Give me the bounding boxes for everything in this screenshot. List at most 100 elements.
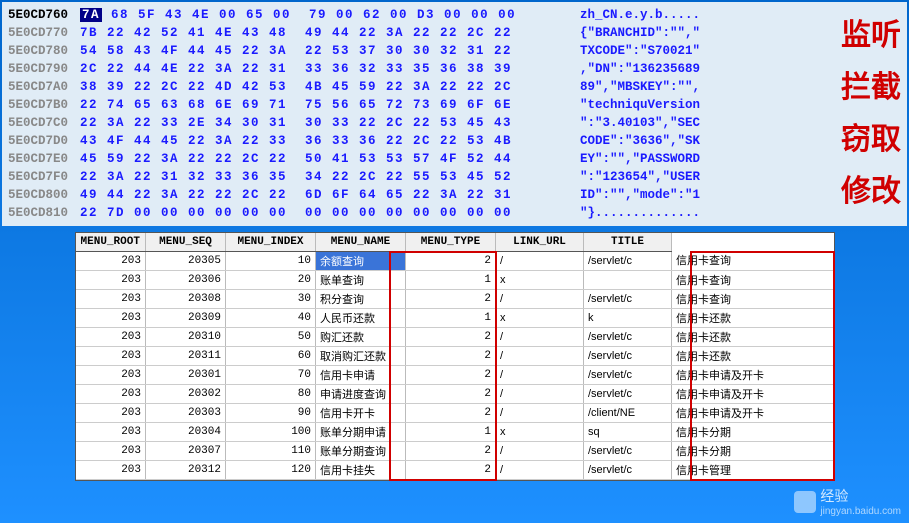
table-cell[interactable]: 2 xyxy=(406,365,496,384)
table-cell[interactable]: 2 xyxy=(406,384,496,403)
table-cell[interactable]: sq xyxy=(584,422,672,441)
table-cell[interactable]: /servlet/c xyxy=(584,441,672,460)
table-cell[interactable]: 1 xyxy=(406,270,496,289)
column-header[interactable]: MENU_SEQ xyxy=(146,233,226,251)
table-cell[interactable]: 2 xyxy=(406,441,496,460)
table-cell[interactable]: /servlet/c xyxy=(584,346,672,365)
table-row[interactable]: 2032030280申请进度查询2//servlet/c信用卡申请及开卡 xyxy=(76,384,834,403)
table-cell[interactable]: 信用卡申请 xyxy=(316,365,406,384)
table-cell[interactable]: / xyxy=(496,460,584,479)
table-cell[interactable]: /client/NE xyxy=(584,403,672,422)
table-cell[interactable]: 20308 xyxy=(146,289,226,308)
table-cell[interactable]: 20304 xyxy=(146,422,226,441)
table-cell[interactable]: 203 xyxy=(76,460,146,479)
column-header[interactable]: TITLE xyxy=(584,233,672,251)
table-cell[interactable]: /servlet/c xyxy=(584,460,672,479)
table-cell[interactable]: 20310 xyxy=(146,327,226,346)
table-cell[interactable]: 2 xyxy=(406,327,496,346)
table-cell[interactable]: x xyxy=(496,270,584,289)
table-cell[interactable]: 20301 xyxy=(146,365,226,384)
table-cell[interactable]: 2 xyxy=(406,346,496,365)
table-row[interactable]: 20320312120信用卡挂失2//servlet/c信用卡管理 xyxy=(76,460,834,479)
table-cell[interactable]: 90 xyxy=(226,403,316,422)
table-cell[interactable]: 20305 xyxy=(146,251,226,270)
table-cell[interactable]: 203 xyxy=(76,365,146,384)
table-cell[interactable]: 40 xyxy=(226,308,316,327)
column-header[interactable]: MENU_TYPE xyxy=(406,233,496,251)
table-row[interactable]: 20320304100账单分期申请1xsq信用卡分期 xyxy=(76,422,834,441)
table-cell[interactable]: 信用卡申请及开卡 xyxy=(672,403,834,422)
table-cell[interactable]: 信用卡分期 xyxy=(672,441,834,460)
table-row[interactable]: 2032030510余额查询2//servlet/c信用卡查询 xyxy=(76,251,834,270)
table-cell[interactable]: 信用卡还款 xyxy=(672,327,834,346)
table-cell[interactable]: / xyxy=(496,365,584,384)
table-cell[interactable]: 203 xyxy=(76,327,146,346)
table-cell[interactable]: 2 xyxy=(406,289,496,308)
table-cell[interactable]: 2 xyxy=(406,251,496,270)
table-cell[interactable]: 20303 xyxy=(146,403,226,422)
table-cell[interactable]: 203 xyxy=(76,270,146,289)
table-cell[interactable]: k xyxy=(584,308,672,327)
table-cell[interactable]: 账单分期查询 xyxy=(316,441,406,460)
table-cell[interactable]: / xyxy=(496,384,584,403)
table-cell[interactable]: 信用卡还款 xyxy=(672,308,834,327)
table-cell[interactable]: / xyxy=(496,441,584,460)
table-row[interactable]: 2032031160取消购汇还款2//servlet/c信用卡还款 xyxy=(76,346,834,365)
table-cell[interactable]: 70 xyxy=(226,365,316,384)
table-cell[interactable]: 信用卡挂失 xyxy=(316,460,406,479)
table-cell[interactable]: 20311 xyxy=(146,346,226,365)
table-cell[interactable]: 账单分期申请 xyxy=(316,422,406,441)
table-row[interactable]: 2032030390信用卡开卡2//client/NE信用卡申请及开卡 xyxy=(76,403,834,422)
table-cell[interactable]: 60 xyxy=(226,346,316,365)
column-header[interactable]: MENU_ROOT xyxy=(76,233,146,251)
table-cell[interactable]: 信用卡查询 xyxy=(672,289,834,308)
table-cell[interactable]: 50 xyxy=(226,327,316,346)
table-cell[interactable]: 1 xyxy=(406,422,496,441)
table-cell[interactable]: 信用卡查询 xyxy=(672,251,834,270)
table-row[interactable]: 2032030830积分查询2//servlet/c信用卡查询 xyxy=(76,289,834,308)
column-header[interactable]: MENU_NAME xyxy=(316,233,406,251)
table-row[interactable]: 2032030940人民币还款1xk信用卡还款 xyxy=(76,308,834,327)
table-cell[interactable]: 信用卡申请及开卡 xyxy=(672,365,834,384)
table-row[interactable]: 2032031050购汇还款2//servlet/c信用卡还款 xyxy=(76,327,834,346)
table-cell[interactable]: x xyxy=(496,422,584,441)
table-cell[interactable]: 20312 xyxy=(146,460,226,479)
table-cell[interactable]: 20 xyxy=(226,270,316,289)
table-cell[interactable]: 203 xyxy=(76,289,146,308)
table-cell[interactable]: / xyxy=(496,289,584,308)
table-cell[interactable]: 余额查询 xyxy=(316,251,406,270)
table-cell[interactable]: 购汇还款 xyxy=(316,327,406,346)
column-header[interactable]: LINK_URL xyxy=(496,233,584,251)
database-table[interactable]: MENU_ROOTMENU_SEQMENU_INDEXMENU_NAMEMENU… xyxy=(75,232,835,481)
table-cell[interactable]: / xyxy=(496,346,584,365)
table-cell[interactable]: 203 xyxy=(76,422,146,441)
table-cell[interactable]: 203 xyxy=(76,346,146,365)
table-cell[interactable]: 20306 xyxy=(146,270,226,289)
table-cell[interactable]: 10 xyxy=(226,251,316,270)
table-cell[interactable]: 30 xyxy=(226,289,316,308)
table-cell[interactable]: 203 xyxy=(76,384,146,403)
table-cell[interactable] xyxy=(584,270,672,289)
table-cell[interactable]: /servlet/c xyxy=(584,251,672,270)
table-cell[interactable]: x xyxy=(496,308,584,327)
table-cell[interactable]: 信用卡开卡 xyxy=(316,403,406,422)
table-cell[interactable]: /servlet/c xyxy=(584,327,672,346)
table-cell[interactable]: / xyxy=(496,251,584,270)
table-cell[interactable]: 人民币还款 xyxy=(316,308,406,327)
table-cell[interactable]: 2 xyxy=(406,403,496,422)
table-cell[interactable]: 信用卡分期 xyxy=(672,422,834,441)
table-cell[interactable]: /servlet/c xyxy=(584,289,672,308)
table-cell[interactable]: 1 xyxy=(406,308,496,327)
table-row[interactable]: 2032030620账单查询1x 信用卡查询 xyxy=(76,270,834,289)
table-cell[interactable]: /servlet/c xyxy=(584,365,672,384)
table-cell[interactable]: 信用卡查询 xyxy=(672,270,834,289)
table-cell[interactable]: 203 xyxy=(76,251,146,270)
table-cell[interactable]: 20309 xyxy=(146,308,226,327)
table-cell[interactable]: 20307 xyxy=(146,441,226,460)
table-cell[interactable]: / xyxy=(496,327,584,346)
table-cell[interactable]: 80 xyxy=(226,384,316,403)
table-cell[interactable]: 申请进度查询 xyxy=(316,384,406,403)
table-cell[interactable]: 取消购汇还款 xyxy=(316,346,406,365)
table-cell[interactable]: / xyxy=(496,403,584,422)
table-cell[interactable]: 账单查询 xyxy=(316,270,406,289)
